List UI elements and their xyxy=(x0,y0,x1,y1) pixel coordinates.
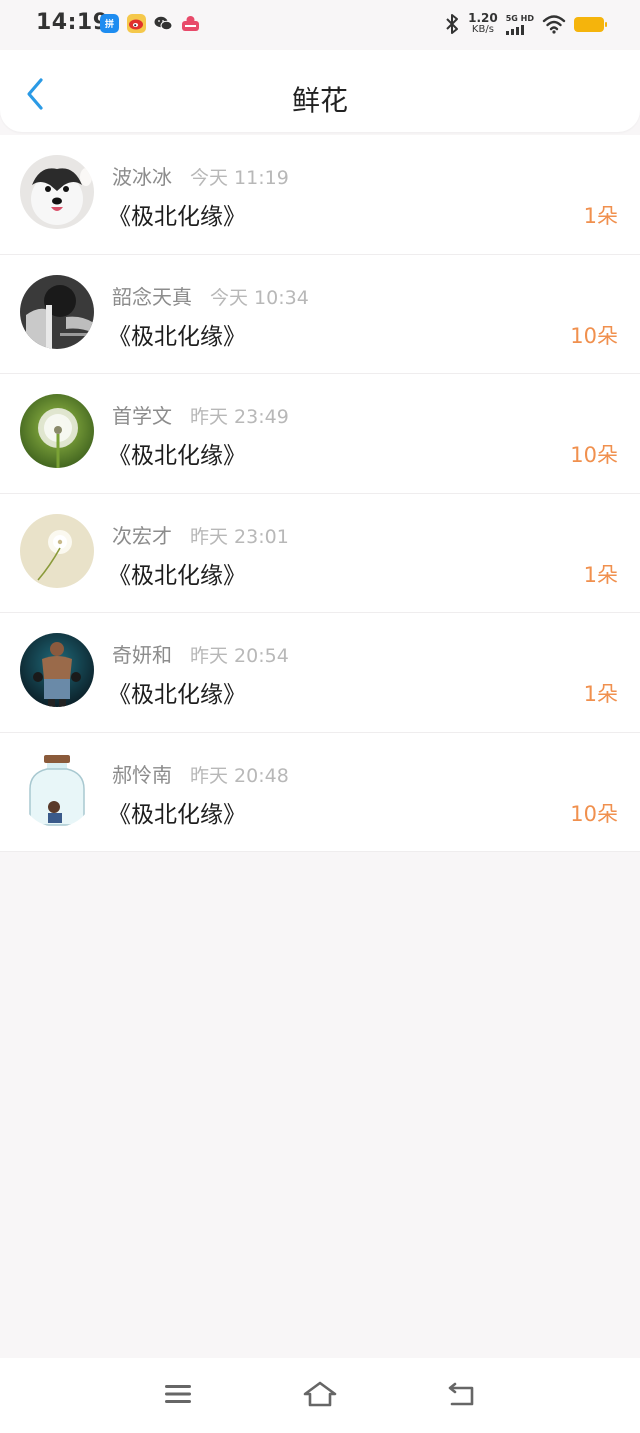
back-icon xyxy=(448,1382,474,1406)
book-title: 《极北化缘》 xyxy=(108,204,246,230)
timestamp: 昨天 20:48 xyxy=(190,764,289,787)
avatar[interactable] xyxy=(20,513,94,588)
list-item[interactable]: 郝怜南 昨天 20:48 《极北化缘》 10朵 xyxy=(0,733,640,852)
username: 韶念天真 xyxy=(112,284,192,309)
flower-count: 1朵 xyxy=(583,562,618,587)
avatar[interactable] xyxy=(20,394,94,468)
item-meta: 奇妍和 昨天 20:54 xyxy=(112,639,289,668)
list-item[interactable]: 首学文 昨天 23:49 《极北化缘》 10朵 xyxy=(0,374,640,494)
username: 首学文 xyxy=(112,404,172,428)
flowers-page: 14:19 拼 1.20 KB/s 5G HD 鲜花 波冰冰 今天 11:19 … xyxy=(0,0,640,1433)
list-item[interactable]: 波冰冰 今天 11:19 《极北化缘》 1朵 xyxy=(0,135,640,255)
network-speed: 1.20 KB/s xyxy=(468,11,498,35)
item-meta: 波冰冰 今天 11:19 xyxy=(112,161,289,190)
timestamp: 今天 11:19 xyxy=(190,167,289,189)
avatar[interactable] xyxy=(20,155,94,229)
app-header: 鲜花 xyxy=(0,50,640,132)
list-item[interactable]: 韶念天真 今天 10:34 《极北化缘》 10朵 xyxy=(0,255,640,374)
username: 郝怜南 xyxy=(112,762,172,787)
speed-unit: KB/s xyxy=(471,24,494,35)
bluetooth-icon xyxy=(446,14,459,34)
avatar[interactable] xyxy=(20,633,94,707)
timestamp: 今天 10:34 xyxy=(210,286,309,309)
item-meta: 首学文 昨天 23:49 xyxy=(112,400,289,429)
speed-value: 1.20 xyxy=(468,11,498,25)
book-title: 《极北化缘》 xyxy=(108,682,246,708)
username: 次宏才 xyxy=(112,523,172,548)
flower-count: 1朵 xyxy=(583,204,618,228)
pinduoduo-icon: 拼 xyxy=(100,14,119,33)
status-indicators: 1.20 KB/s 5G HD xyxy=(444,11,607,35)
menu-button[interactable] xyxy=(158,1378,198,1410)
home-button[interactable] xyxy=(300,1378,340,1410)
signal-bars-icon xyxy=(505,24,524,35)
home-icon xyxy=(303,1381,337,1407)
book-title: 《极北化缘》 xyxy=(108,323,246,350)
app-icon xyxy=(181,14,200,33)
avatar[interactable] xyxy=(20,752,94,827)
battery-icon xyxy=(574,16,607,32)
timestamp: 昨天 23:49 xyxy=(190,406,289,428)
timestamp: 昨天 23:01 xyxy=(190,525,289,548)
book-title: 《极北化缘》 xyxy=(108,562,246,589)
flower-count: 10朵 xyxy=(570,443,618,467)
signal-indicator: 5G HD xyxy=(505,13,534,35)
menu-icon xyxy=(165,1385,191,1403)
nav-back-button[interactable] xyxy=(442,1378,482,1410)
network-type: 5G HD xyxy=(505,13,534,23)
page-title: 鲜花 xyxy=(291,84,348,117)
avatar[interactable] xyxy=(20,274,94,349)
item-meta: 郝怜南 昨天 20:48 xyxy=(112,759,289,788)
status-time: 14:19 xyxy=(36,10,109,35)
list-item[interactable]: 奇妍和 昨天 20:54 《极北化缘》 1朵 xyxy=(0,613,640,733)
flower-count: 1朵 xyxy=(583,682,618,706)
list-item[interactable]: 次宏才 昨天 23:01 《极北化缘》 1朵 xyxy=(0,494,640,613)
wifi-icon xyxy=(542,15,566,34)
flower-count: 10朵 xyxy=(570,323,618,348)
book-title: 《极北化缘》 xyxy=(108,443,246,469)
username: 奇妍和 xyxy=(112,643,172,667)
item-meta: 韶念天真 今天 10:34 xyxy=(112,281,309,310)
timestamp: 昨天 20:54 xyxy=(190,645,289,667)
flower-list: 波冰冰 今天 11:19 《极北化缘》 1朵 韶念天真 今天 10:34 《极北… xyxy=(0,135,640,852)
flower-count: 10朵 xyxy=(570,801,618,826)
wechat-icon xyxy=(154,14,173,33)
system-nav-bar xyxy=(0,1358,640,1433)
status-bar: 14:19 拼 1.20 KB/s 5G HD xyxy=(0,0,640,50)
book-title: 《极北化缘》 xyxy=(108,801,246,828)
username: 波冰冰 xyxy=(112,165,172,189)
weibo-icon xyxy=(127,14,146,33)
notification-icons: 拼 xyxy=(100,14,200,33)
item-meta: 次宏才 昨天 23:01 xyxy=(112,520,289,549)
